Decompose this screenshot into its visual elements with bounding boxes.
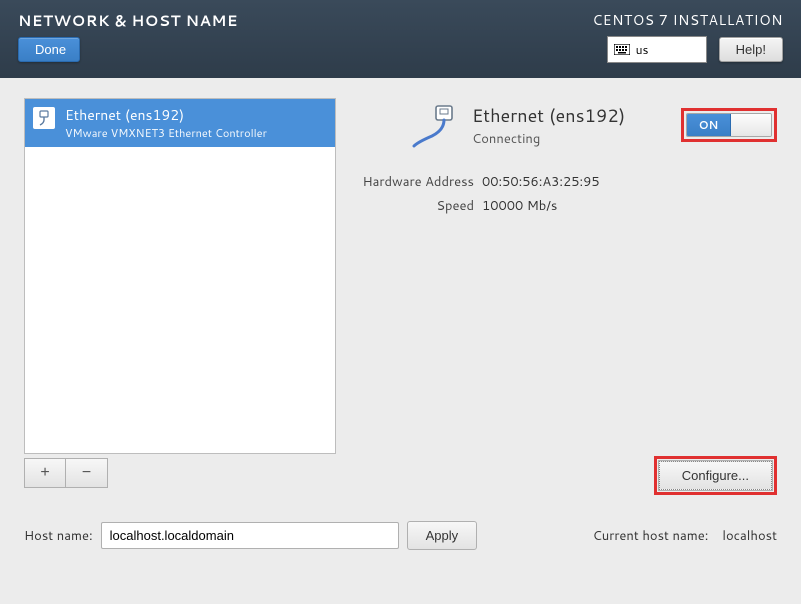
current-hostname-label: Current host name: (593, 527, 709, 545)
ethernet-icon (33, 107, 55, 129)
header-controls: us Help! (607, 36, 783, 63)
hostname-label: Host name: (24, 527, 93, 545)
header-left: NETWORK & HOST NAME Done (18, 10, 238, 68)
content-area: Ethernet (ens192) VMware VMXNET3 Etherne… (0, 78, 801, 508)
interface-list-buttons: + − (24, 458, 336, 488)
interface-item-subtitle: VMware VMXNET3 Ethernet Controller (65, 125, 267, 141)
remove-interface-button[interactable]: − (66, 458, 108, 488)
interface-list[interactable]: Ethernet (ens192) VMware VMXNET3 Etherne… (24, 98, 336, 454)
interface-item-name: Ethernet (ens192) (65, 105, 267, 125)
installation-title: CENTOS 7 INSTALLATION (592, 10, 783, 30)
keyboard-icon (614, 44, 630, 55)
page-title: NETWORK & HOST NAME (18, 10, 238, 31)
configure-button[interactable]: Configure... (659, 461, 772, 490)
detail-texts: Ethernet (ens192) Connecting (472, 102, 625, 148)
interface-panel: Ethernet (ens192) VMware VMXNET3 Etherne… (24, 98, 336, 488)
current-hostname: Current host name: localhost (593, 527, 777, 545)
toggle-highlight: ON (681, 108, 777, 142)
speed-value: 10000 Mb/s (482, 197, 777, 215)
interface-toggle[interactable]: ON (686, 113, 772, 137)
interface-item-texts: Ethernet (ens192) VMware VMXNET3 Etherne… (65, 105, 267, 141)
hw-address-value: 00:50:56:A3:25:95 (482, 173, 777, 191)
hw-address-label: Hardware Address (354, 173, 474, 191)
header-right: CENTOS 7 INSTALLATION us Help! (592, 10, 783, 68)
interface-list-item[interactable]: Ethernet (ens192) VMware VMXNET3 Etherne… (25, 99, 335, 147)
apply-button[interactable]: Apply (407, 521, 478, 550)
detail-status: Connecting (472, 130, 625, 148)
add-interface-button[interactable]: + (24, 458, 66, 488)
ethernet-plug-icon (412, 104, 460, 153)
done-button[interactable]: Done (18, 37, 80, 62)
keyboard-layout-text: us (636, 41, 649, 58)
configure-highlight: Configure... (654, 456, 777, 495)
interface-info-grid: Hardware Address 00:50:56:A3:25:95 Speed… (354, 173, 777, 215)
toggle-knob (731, 114, 771, 136)
speed-label: Speed (354, 197, 474, 215)
hostname-input[interactable] (101, 522, 399, 549)
detail-interface-name: Ethernet (ens192) (472, 102, 625, 128)
hostname-left: Host name: Apply (24, 521, 477, 550)
header-bar: NETWORK & HOST NAME Done CENTOS 7 INSTAL… (0, 0, 801, 78)
help-button[interactable]: Help! (719, 37, 783, 62)
toggle-on-label: ON (687, 114, 731, 136)
interface-detail: Ethernet (ens192) Connecting ON Hardware… (354, 98, 777, 488)
keyboard-indicator[interactable]: us (607, 36, 707, 63)
current-hostname-value: localhost (722, 527, 777, 545)
hostname-row: Host name: Apply Current host name: loca… (24, 521, 777, 550)
